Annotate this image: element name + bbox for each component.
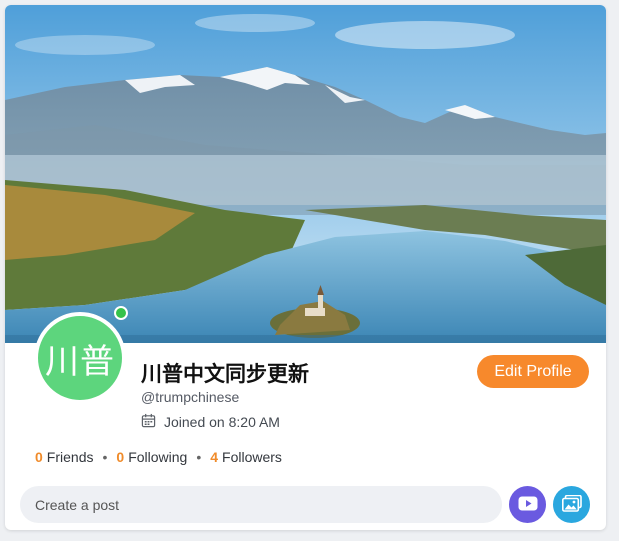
- friends-count: 0: [35, 449, 43, 465]
- stat-following[interactable]: 0 Following: [116, 449, 187, 465]
- following-count: 0: [116, 449, 125, 465]
- calendar-icon: [141, 413, 156, 431]
- add-video-button[interactable]: [509, 486, 546, 523]
- profile-card: 川普 川普中文同步更新 @trumpchinese Joined on 8:20…: [5, 5, 606, 530]
- online-status-dot: [114, 306, 128, 320]
- stat-followers[interactable]: 4 Followers: [210, 449, 282, 465]
- joined-info: Joined on 8:20 AM: [141, 413, 280, 431]
- image-icon: [561, 494, 582, 515]
- edit-profile-button[interactable]: Edit Profile: [477, 355, 589, 388]
- following-label: Following: [128, 449, 188, 465]
- create-post-input[interactable]: [20, 486, 502, 523]
- avatar-text: 川普: [45, 341, 115, 382]
- friends-label: Friends: [46, 449, 94, 465]
- profile-stats: 0 Friends • 0 Following • 4 Followers: [35, 449, 282, 465]
- stat-friends[interactable]: 0 Friends: [35, 449, 93, 465]
- joined-text: Joined on 8:20 AM: [164, 414, 280, 430]
- add-photo-button[interactable]: [553, 486, 590, 523]
- cover-photo: [5, 5, 606, 343]
- avatar[interactable]: 川普: [34, 312, 126, 404]
- video-icon: [518, 496, 538, 514]
- profile-name: 川普中文同步更新: [141, 362, 309, 386]
- stat-separator: •: [102, 449, 108, 465]
- profile-handle: @trumpchinese: [141, 389, 240, 405]
- followers-label: Followers: [222, 449, 282, 465]
- stat-separator: •: [196, 449, 202, 465]
- followers-count: 4: [210, 449, 219, 465]
